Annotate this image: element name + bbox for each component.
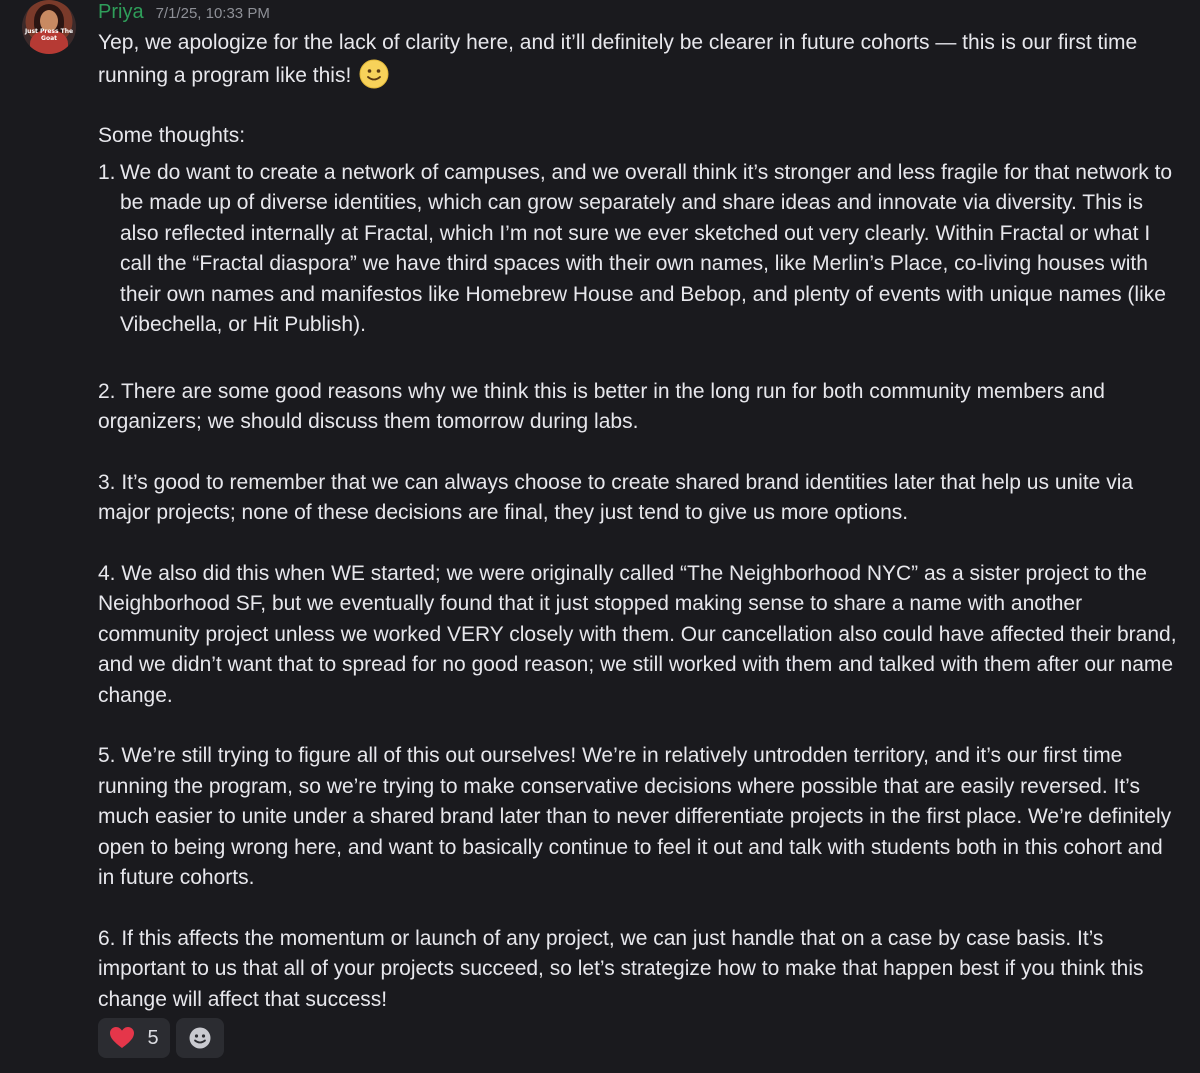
list-item-number: 1. bbox=[98, 160, 116, 184]
slightly-smiling-face-icon bbox=[359, 59, 389, 88]
list-item-text: We do want to create a network of campus… bbox=[120, 160, 1173, 337]
numbered-list: 1. We do want to create a network of cam… bbox=[98, 158, 1178, 341]
point-6: 6. If this affects the momentum or launc… bbox=[98, 926, 1144, 1011]
point-2: 2. There are some good reasons why we th… bbox=[98, 379, 1105, 434]
reactions-bar: 5 bbox=[98, 1018, 224, 1058]
heart-reaction-button[interactable]: 5 bbox=[98, 1018, 170, 1058]
timestamp[interactable]: 7/1/25, 10:33 PM bbox=[156, 5, 270, 22]
add-reaction-icon bbox=[189, 1027, 211, 1049]
message-content: Yep, we apologize for the lack of clarit… bbox=[98, 28, 1178, 1015]
intro-text: Yep, we apologize for the lack of clarit… bbox=[98, 31, 1138, 87]
intro-paragraph: Yep, we apologize for the lack of clarit… bbox=[98, 28, 1178, 91]
heart-icon bbox=[110, 1027, 135, 1048]
list-item: 1. We do want to create a network of cam… bbox=[98, 158, 1178, 341]
chat-message: Just Press The Goat Priya 7/1/25, 10:33 … bbox=[0, 0, 1200, 1073]
username[interactable]: Priya bbox=[98, 1, 144, 24]
point-4: 4. We also did this when WE started; we … bbox=[98, 561, 1177, 707]
add-reaction-button[interactable] bbox=[176, 1018, 224, 1058]
point-5: 5. We’re still trying to figure all of t… bbox=[98, 744, 1172, 889]
avatar-caption: Just Press The Goat bbox=[24, 28, 74, 42]
message-header: Priya 7/1/25, 10:33 PM bbox=[98, 1, 270, 27]
thoughts-heading: Some thoughts: bbox=[98, 124, 246, 147]
reaction-count: 5 bbox=[147, 1026, 159, 1049]
point-3: 3. It’s good to remember that we can alw… bbox=[98, 470, 1134, 525]
avatar[interactable]: Just Press The Goat bbox=[22, 0, 76, 54]
